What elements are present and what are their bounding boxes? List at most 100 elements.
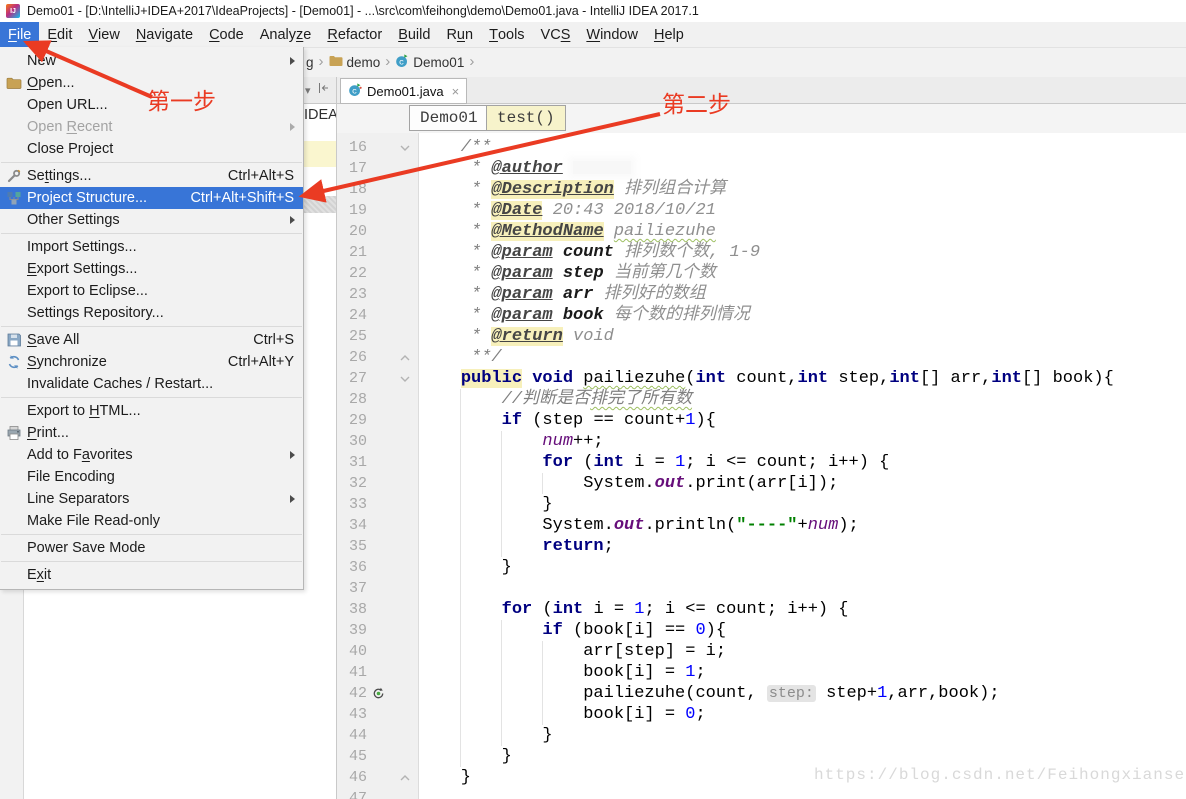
chevron-down-icon[interactable]: ▾: [305, 84, 311, 97]
fold-marker-icon[interactable]: [390, 773, 419, 783]
menu-item-invalidate-caches-restart[interactable]: Invalidate Caches / Restart...: [0, 373, 303, 395]
menu-item-line-separators[interactable]: Line Separators: [0, 488, 303, 510]
breadcrumb-text: g: [306, 54, 314, 70]
code-text[interactable]: if (book[i] == 0){: [419, 620, 1186, 641]
menu-item-other-settings[interactable]: Other Settings: [0, 209, 303, 231]
menu-item-project-structure[interactable]: Project Structure... Ctrl+Alt+Shift+S: [0, 187, 303, 209]
code-text[interactable]: * @param count 排列数个数, 1-9: [419, 242, 1186, 263]
code-text[interactable]: * @Date 20:43 2018/10/21: [419, 200, 1186, 221]
menubar-item-run[interactable]: Run: [438, 22, 481, 47]
recursive-call-icon: [367, 687, 390, 700]
menu-item-export-to-html[interactable]: Export to HTML...: [0, 400, 303, 422]
fold-marker-icon[interactable]: [390, 353, 419, 363]
code-text[interactable]: num++;: [419, 431, 1186, 452]
menu-item-save-all[interactable]: Save All Ctrl+S: [0, 329, 303, 351]
menu-item-export-settings[interactable]: Export Settings...: [0, 258, 303, 280]
close-icon[interactable]: ×: [452, 84, 460, 99]
menubar: File Edit View Navigate Code Analy z e Refactor B…: [0, 22, 1186, 48]
menubar-item-navigate[interactable]: Navigate: [128, 22, 201, 47]
code-text[interactable]: if (step == count+1){: [419, 410, 1186, 431]
line-number: 18: [348, 181, 367, 198]
code-text[interactable]: return;: [419, 536, 1186, 557]
fold-marker-icon[interactable]: [390, 374, 419, 384]
panel-editor-divider[interactable]: [336, 77, 337, 799]
menubar-item-code[interactable]: Code: [201, 22, 252, 47]
code-text[interactable]: }: [419, 725, 1186, 746]
code-text[interactable]: public void pailiezuhe(int count,int ste…: [419, 368, 1186, 389]
code-text[interactable]: }: [419, 557, 1186, 578]
line-number: 45: [348, 748, 367, 765]
code-text[interactable]: pailiezuhe(count, step: step+1,arr,book)…: [419, 683, 1186, 704]
code-text[interactable]: //判断是否排完了所有数: [419, 389, 1186, 410]
code-text[interactable]: System.out.print(arr[i]);: [419, 473, 1186, 494]
menu-item-make-file-read-only[interactable]: Make File Read-only: [0, 510, 303, 532]
code-text[interactable]: }: [419, 746, 1186, 767]
code-text[interactable]: * @MethodName pailiezuhe: [419, 221, 1186, 242]
code-line-37: 37: [337, 578, 1186, 599]
menu-item-add-to-favorites[interactable]: Add to Favorites: [0, 444, 303, 466]
menubar-item-file[interactable]: File: [0, 22, 40, 47]
menubar-item-analyze[interactable]: Analy z e: [252, 22, 320, 47]
menu-item-settings-repository[interactable]: Settings Repository...: [0, 302, 303, 324]
class-icon: c: [395, 53, 409, 71]
breadcrumb-item-demo[interactable]: demo: [329, 54, 381, 70]
fold-marker-icon[interactable]: [390, 143, 419, 153]
code-text[interactable]: book[i] = 0;: [419, 704, 1186, 725]
line-number: 32: [348, 475, 367, 492]
menu-item-exit[interactable]: Exit: [0, 564, 303, 586]
menu-item-export-to-eclipse[interactable]: Export to Eclipse...: [0, 280, 303, 302]
code-text[interactable]: * @return void: [419, 326, 1186, 347]
code-line-17: 17 * @author: [337, 158, 1186, 179]
code-text[interactable]: for (int i = 1; i <= count; i++) {: [419, 599, 1186, 620]
code-line-31: 31 for (int i = 1; i <= count; i++) {: [337, 452, 1186, 473]
code-text[interactable]: * @param book 每个数的排列情况: [419, 305, 1186, 326]
line-number: 26: [348, 349, 367, 366]
breadcrumb-item-demo01[interactable]: c Demo01: [395, 53, 464, 71]
code-editor[interactable]: 16 /** 17 * @author 18 * @Description 排列组…: [337, 133, 1186, 799]
code-text[interactable]: for (int i = 1; i <= count; i++) {: [419, 452, 1186, 473]
code-line-32: 32 System.out.print(arr[i]);: [337, 473, 1186, 494]
menu-item-new[interactable]: New: [0, 50, 303, 72]
menubar-item-window[interactable]: Window: [578, 22, 646, 47]
menubar-item-build[interactable]: Build: [390, 22, 438, 47]
app-logo-text: IJ: [10, 7, 16, 15]
code-line-36: 36 }: [337, 557, 1186, 578]
code-text[interactable]: * @Description 排列组合计算: [419, 179, 1186, 200]
code-text[interactable]: * @param step 当前第几个数: [419, 263, 1186, 284]
menu-item-power-save-mode[interactable]: Power Save Mode: [0, 537, 303, 559]
code-text[interactable]: arr[step] = i;: [419, 641, 1186, 662]
code-text[interactable]: }: [419, 494, 1186, 515]
menubar-item-tools[interactable]: Tools: [481, 22, 532, 47]
breadcrumb-text: demo: [346, 54, 381, 70]
code-text[interactable]: book[i] = 1;: [419, 662, 1186, 683]
editor-tab[interactable]: c Demo01.java ×: [340, 78, 468, 104]
menubar-item-vcs[interactable]: VC S: [533, 22, 579, 47]
collapse-icon[interactable]: [317, 81, 329, 99]
menu-item-file-encoding[interactable]: File Encoding: [0, 466, 303, 488]
menu-item-import-settings[interactable]: Import Settings...: [0, 236, 303, 258]
menu-item-close-project[interactable]: Close Project: [0, 138, 303, 160]
menu-item-label: New: [27, 53, 57, 69]
code-text[interactable]: * @param arr 排列好的数组: [419, 284, 1186, 305]
menubar-item-view[interactable]: View: [80, 22, 127, 47]
code-text[interactable]: /**: [419, 137, 1186, 158]
menu-item-settings[interactable]: Settings... Ctrl+Alt+S: [0, 165, 303, 187]
project-tree-item[interactable]: IDEA: [304, 107, 336, 123]
menubar-item-help[interactable]: Help: [646, 22, 692, 47]
code-text[interactable]: * @author: [419, 158, 1186, 179]
title-bar: IJ Demo01 - [D:\IntelliJ+IDEA+2017\IdeaP…: [0, 0, 1186, 22]
menu-item-label: Exit: [27, 567, 52, 583]
folder-icon: [4, 75, 24, 91]
breadcrumb-item-g[interactable]: g: [306, 55, 314, 70]
code-text[interactable]: System.out.println("----"+num);: [419, 515, 1186, 536]
menu-item-label: Save All: [27, 332, 80, 348]
menubar-item-refactor[interactable]: Refactor: [319, 22, 390, 47]
code-text[interactable]: **/: [419, 347, 1186, 368]
menu-item-print[interactable]: Print...: [0, 422, 303, 444]
menubar-item-edit[interactable]: Edit: [39, 22, 80, 47]
line-number: 23: [348, 286, 367, 303]
menu-separator: [1, 233, 302, 234]
menu-icon-spacer: [4, 261, 24, 277]
menu-item-synchronize[interactable]: Synchronize Ctrl+Alt+Y: [0, 351, 303, 373]
submenu-arrow-icon: [290, 495, 295, 503]
